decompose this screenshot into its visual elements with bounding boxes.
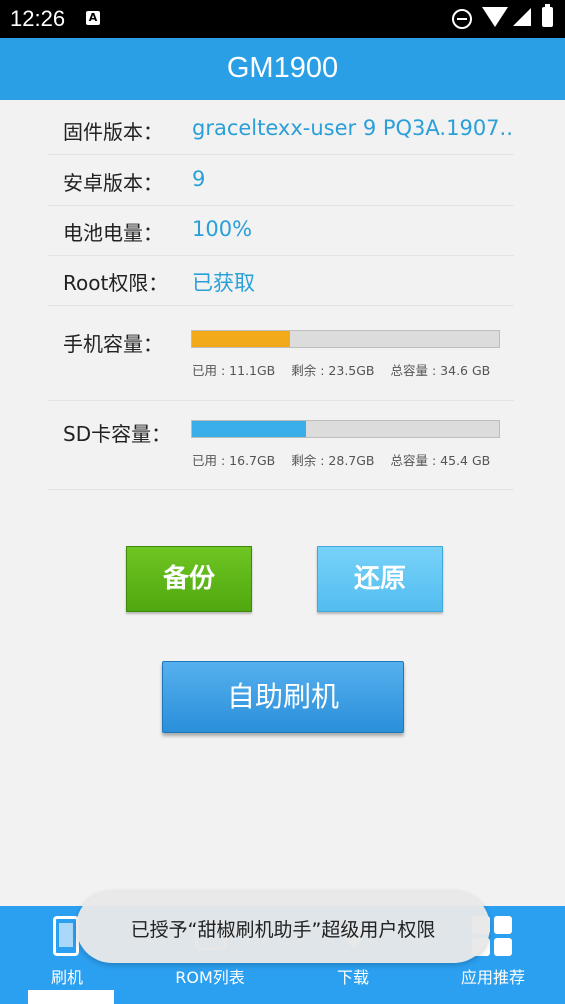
phone-storage-stats: 已用 : 11.1GB 剩余 : 23.5GB 总容量 : 34.6 GB	[192, 360, 502, 379]
battery-row: 电池电量： 100%	[48, 205, 514, 256]
sd-storage-used: 已用 : 16.7GB	[192, 453, 276, 468]
sd-storage-section: SD卡容量： 已用 : 16.7GB 剩余 : 28.7GB 总容量 : 45.…	[48, 396, 514, 490]
root-row: Root权限： 已获取	[48, 255, 514, 306]
nav-label-flash: 刷机	[50, 968, 83, 987]
android-version-value: 9	[192, 167, 206, 191]
nav-active-indicator	[28, 990, 114, 1004]
firmware-row: 固件版本： graceltexx-user 9 PQ3A.1907..	[48, 104, 514, 155]
phone-storage-free: 剩余 : 23.5GB	[291, 363, 375, 378]
restore-button[interactable]: 还原	[317, 546, 443, 612]
nav-label-app-recommend: 应用推荐	[460, 968, 525, 987]
root-value: 已获取	[192, 271, 255, 295]
phone-storage-bar	[191, 330, 500, 348]
android-version-label: 安卓版本：	[63, 171, 163, 195]
status-bar: 12:26 A	[0, 0, 565, 38]
do-not-disturb-icon	[452, 9, 472, 29]
sd-storage-label: SD卡容量：	[63, 422, 172, 446]
page-title: GM1900	[226, 52, 339, 84]
nav-label-download: 下载	[336, 968, 369, 987]
root-label: Root权限：	[63, 271, 169, 295]
phone-storage-section: 手机容量： 已用 : 11.1GB 剩余 : 23.5GB 总容量 : 34.6…	[48, 306, 514, 401]
phone-storage-total: 总容量 : 34.6 GB	[390, 363, 491, 378]
wifi-icon	[482, 7, 508, 27]
toast-text: 已授予“甜椒刷机助手”超级用户权限	[130, 919, 436, 941]
nav-label-rom-list: ROM列表	[175, 968, 245, 987]
phone-storage-used: 已用 : 11.1GB	[192, 363, 276, 378]
phone-storage-fill	[192, 331, 291, 347]
sd-storage-stats: 已用 : 16.7GB 剩余 : 28.7GB 总容量 : 45.4 GB	[192, 450, 502, 469]
toast: 已授予“甜椒刷机助手”超级用户权限	[76, 891, 490, 963]
firmware-value: graceltexx-user 9 PQ3A.1907..	[192, 116, 513, 140]
battery-label: 电池电量：	[63, 221, 163, 245]
battery-icon	[542, 4, 553, 27]
backup-button[interactable]: 备份	[126, 546, 252, 612]
sd-storage-bar	[191, 420, 500, 438]
firmware-label: 固件版本：	[63, 120, 163, 144]
android-version-row: 安卓版本： 9	[48, 155, 514, 206]
title-bar: GM1900	[0, 38, 565, 100]
notification-a-icon: A	[86, 11, 100, 25]
sd-storage-fill	[192, 421, 306, 437]
sd-storage-total: 总容量 : 45.4 GB	[390, 453, 491, 468]
self-flash-button[interactable]: 自助刷机	[162, 661, 404, 733]
phone-storage-label: 手机容量：	[63, 332, 163, 356]
battery-value: 100%	[192, 217, 253, 241]
status-time: 12:26	[10, 6, 66, 31]
sd-storage-free: 剩余 : 28.7GB	[291, 453, 375, 468]
cell-signal-icon	[513, 8, 531, 26]
